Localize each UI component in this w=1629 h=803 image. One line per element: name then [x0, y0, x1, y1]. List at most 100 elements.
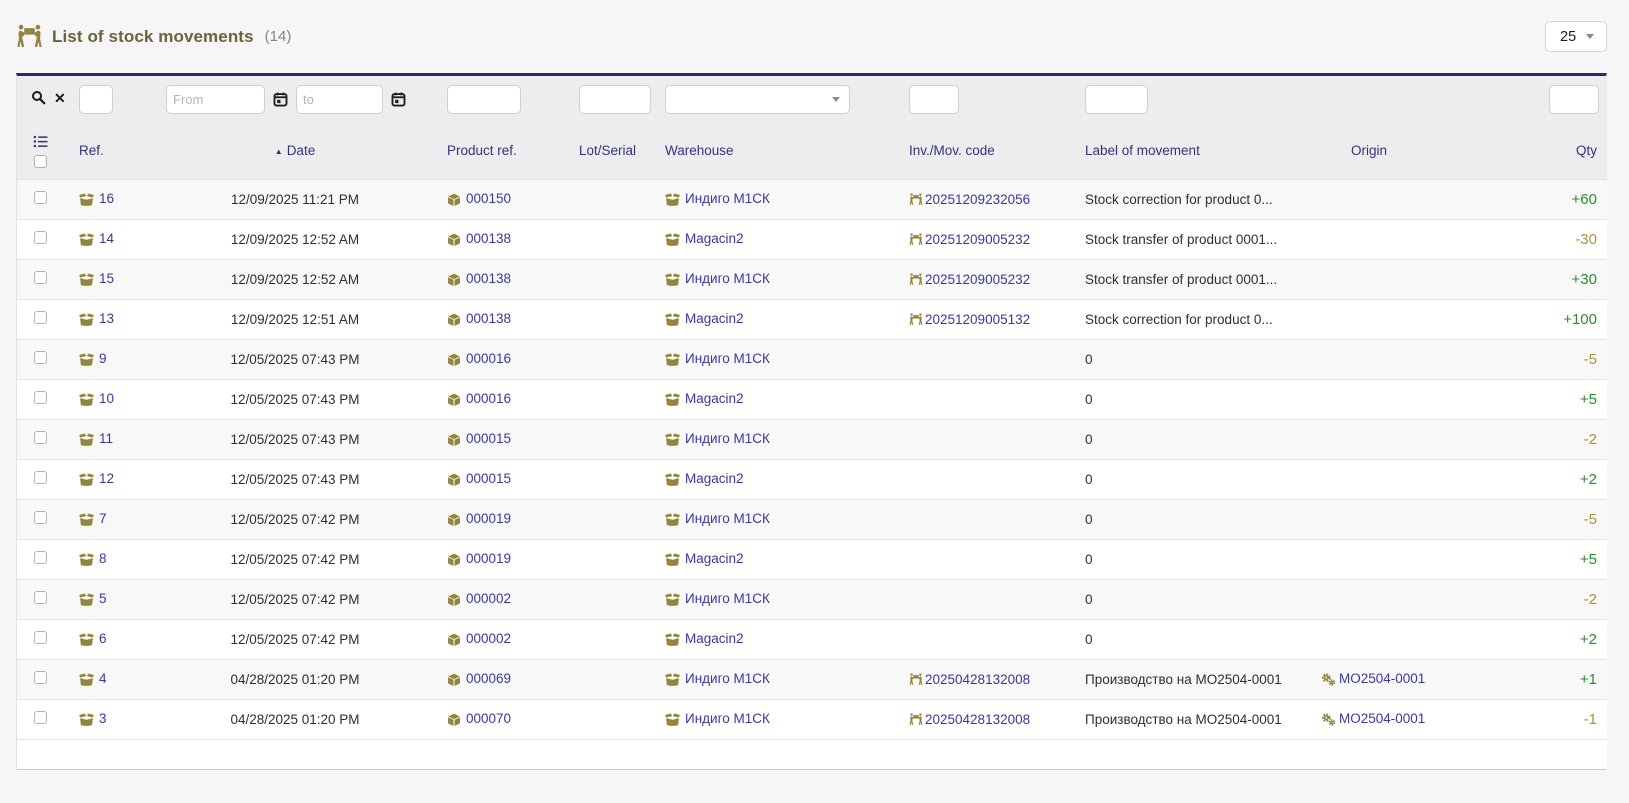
warehouse-link[interactable]: Индиго М1СК: [685, 431, 770, 446]
column-header-mov-code[interactable]: Inv./Mov. code: [877, 122, 1053, 179]
movement-ref-link[interactable]: 10: [99, 391, 114, 406]
movement-ref-link[interactable]: 4: [99, 671, 107, 686]
movement-label: 0: [1053, 578, 1289, 619]
movement-ref-link[interactable]: 16: [99, 191, 114, 206]
warehouse-link[interactable]: Magacin2: [685, 631, 744, 646]
product-ref-link[interactable]: 000138: [466, 231, 511, 246]
select-all-checkbox[interactable]: [33, 155, 47, 169]
column-header-product-ref[interactable]: Product ref.: [407, 122, 539, 179]
column-header-date[interactable]: ▲ Date: [183, 122, 407, 179]
warehouse-link[interactable]: Индиго М1СК: [685, 671, 770, 686]
product-ref-link[interactable]: 000015: [466, 431, 511, 446]
date-from-input[interactable]: [166, 84, 265, 114]
product-ref-link[interactable]: 000002: [466, 591, 511, 606]
product-ref-link[interactable]: 000138: [466, 311, 511, 326]
row-checkbox[interactable]: [33, 351, 47, 364]
movement-code-link[interactable]: 20251209005132: [925, 312, 1030, 327]
row-checkbox[interactable]: [33, 311, 47, 324]
column-header-ref[interactable]: Ref.: [63, 122, 183, 179]
columns-selector-icon[interactable]: [33, 134, 48, 149]
warehouse-link[interactable]: Magacin2: [685, 471, 744, 486]
lot-serial-value: [539, 258, 627, 299]
column-header-lot-serial[interactable]: Lot/Serial: [539, 122, 636, 179]
movement-ref-link[interactable]: 11: [99, 431, 113, 446]
origin-link[interactable]: MO2504-0001: [1339, 711, 1425, 726]
lot-serial-value: [539, 618, 627, 659]
product-ref-link[interactable]: 000002: [466, 631, 511, 646]
movement-code-filter-input[interactable]: [909, 84, 959, 114]
qty-filter-input[interactable]: [1549, 84, 1599, 114]
ref-filter-input[interactable]: [79, 84, 113, 114]
row-checkbox[interactable]: [33, 631, 47, 644]
product-ref-link[interactable]: 000150: [466, 191, 511, 206]
row-checkbox[interactable]: [33, 551, 47, 564]
warehouse-link[interactable]: Индиго М1СК: [685, 511, 770, 526]
clear-filters-icon[interactable]: ✕: [54, 91, 66, 105]
warehouse-link[interactable]: Magacin2: [685, 551, 744, 566]
page-size-select[interactable]: 25: [1545, 21, 1607, 52]
warehouse-link[interactable]: Индиго М1СК: [685, 271, 770, 286]
movement-code-link[interactable]: 20250428132008: [925, 712, 1030, 727]
stock-movement-icon: [79, 312, 94, 327]
movement-ref-link[interactable]: 9: [99, 351, 107, 366]
movement-code-link[interactable]: 20250428132008: [925, 672, 1030, 687]
row-checkbox[interactable]: [33, 231, 47, 244]
movement-ref-link[interactable]: 8: [99, 551, 107, 566]
origin-gears-icon: [1321, 712, 1336, 727]
column-header-warehouse[interactable]: Warehouse: [627, 122, 877, 179]
calendar-icon[interactable]: [391, 92, 406, 107]
movement-ref-link[interactable]: 13: [99, 311, 114, 326]
row-checkbox[interactable]: [33, 191, 47, 204]
row-checkbox[interactable]: [33, 471, 47, 484]
row-checkbox[interactable]: [33, 671, 47, 684]
product-ref-link[interactable]: 000015: [466, 471, 511, 486]
search-icon[interactable]: [31, 90, 46, 105]
date-to-input[interactable]: [296, 84, 383, 114]
product-ref-link[interactable]: 000019: [466, 551, 511, 566]
movement-ref-link[interactable]: 6: [99, 631, 107, 646]
warehouse-link[interactable]: Индиго М1СК: [685, 711, 770, 726]
calendar-icon[interactable]: [273, 92, 288, 107]
column-header-label[interactable]: Label of movement: [1053, 122, 1289, 179]
warehouse-link[interactable]: Индиго М1СК: [685, 191, 770, 206]
movement-ref-link[interactable]: 3: [99, 711, 107, 726]
warehouse-link[interactable]: Magacin2: [685, 231, 744, 246]
lot-serial-value: [539, 338, 627, 379]
row-checkbox[interactable]: [33, 431, 47, 444]
movement-ref-link[interactable]: 5: [99, 591, 107, 606]
warehouse-icon: [665, 552, 680, 567]
movement-ref-link[interactable]: 14: [99, 231, 114, 246]
movement-ref-link[interactable]: 7: [99, 511, 107, 526]
movement-code-icon: [909, 233, 923, 246]
warehouse-link[interactable]: Magacin2: [685, 311, 744, 326]
label-filter-input[interactable]: [1085, 84, 1148, 114]
product-ref-link[interactable]: 000069: [466, 671, 511, 686]
warehouse-link[interactable]: Индиго М1СК: [685, 591, 770, 606]
warehouse-filter-select[interactable]: [665, 84, 850, 114]
movement-code-icon: [909, 713, 923, 726]
row-checkbox[interactable]: [33, 511, 47, 524]
movement-code-link[interactable]: 20251209005232: [925, 232, 1030, 247]
product-ref-link[interactable]: 000016: [466, 351, 511, 366]
product-ref-filter-input[interactable]: [447, 84, 521, 114]
origin-link[interactable]: MO2504-0001: [1339, 671, 1425, 686]
product-ref-link[interactable]: 000070: [466, 711, 511, 726]
row-checkbox[interactable]: [33, 391, 47, 404]
column-header-qty[interactable]: Qty: [1449, 122, 1607, 179]
row-checkbox[interactable]: [33, 271, 47, 284]
product-ref-link[interactable]: 000138: [466, 271, 511, 286]
movement-label: 0: [1053, 378, 1289, 419]
row-checkbox[interactable]: [33, 591, 47, 604]
movement-code-link[interactable]: 20251209232056: [925, 192, 1030, 207]
warehouse-link[interactable]: Magacin2: [685, 391, 744, 406]
warehouse-icon: [665, 432, 680, 447]
movement-ref-link[interactable]: 12: [99, 471, 114, 486]
movement-code-link[interactable]: 20251209005232: [925, 272, 1030, 287]
lot-serial-filter-input[interactable]: [579, 84, 651, 114]
movement-ref-link[interactable]: 15: [99, 271, 114, 286]
row-checkbox[interactable]: [33, 711, 47, 724]
product-ref-link[interactable]: 000016: [466, 391, 511, 406]
product-ref-link[interactable]: 000019: [466, 511, 511, 526]
warehouse-link[interactable]: Индиго М1СК: [685, 351, 770, 366]
stock-movement-icon: [79, 472, 94, 487]
